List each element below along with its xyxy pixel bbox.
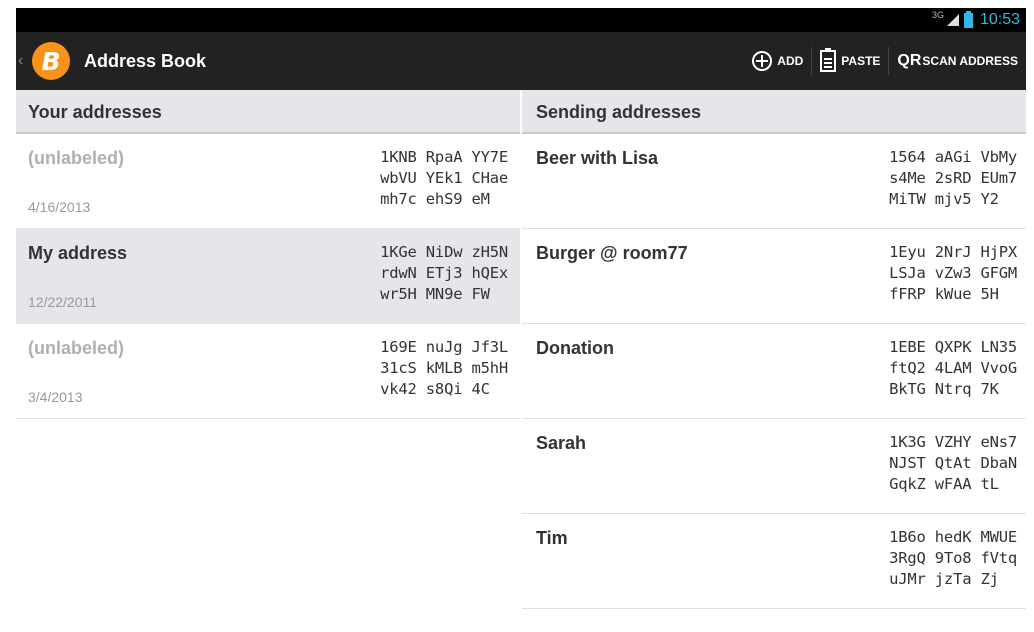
app-title: Address Book — [84, 50, 207, 71]
bitcoin-address: 1EBE QXPK LN35 ftQ2 4LAM VvoG BkTG Ntrq … — [889, 338, 1017, 398]
status-bar: 3G 10:53 — [16, 8, 1026, 32]
bitcoin-address: 1564 aAGi VbMy s4Me 2sRD EUm7 MiTW mjv5 … — [889, 148, 1017, 208]
qr-icon: QR — [897, 52, 922, 69]
address-label: Tim — [536, 528, 568, 548]
address-label: (unlabeled) — [28, 338, 125, 358]
address-date: 3/4/2013 — [28, 389, 83, 405]
paste-label: PASTE — [841, 54, 881, 68]
address-label: (unlabeled) — [28, 148, 125, 168]
sending-address-row[interactable]: Sarah 1K3G VZHY eNs7 NJST QtAt DbaN GqkZ… — [522, 419, 1026, 514]
address-row[interactable]: My address 12/22/2011 1KGe NiDw zH5N rdw… — [16, 229, 520, 324]
clock: 10:53 — [979, 11, 1020, 28]
bitcoin-address: 169E nuJg Jf3L 31cS kMLB m5hH vk42 s8Qi … — [380, 338, 508, 398]
address-label: My address — [28, 243, 128, 263]
sending-addresses-header: Sending addresses — [522, 90, 1026, 134]
address-date: 4/16/2013 — [28, 199, 91, 215]
bitcoin-address: 1B6o hedK MWUE 3RgQ 9To8 fVtq uJMr jzTa … — [889, 528, 1017, 588]
network-type: 3G — [931, 10, 944, 20]
sending-address-row[interactable]: Tim 1B6o hedK MWUE 3RgQ 9To8 fVtq uJMr j… — [522, 514, 1026, 609]
sending-address-row[interactable]: Donation 1EBE QXPK LN35 ftQ2 4LAM VvoG B… — [522, 324, 1026, 419]
scan-label: SCAN ADDRESS — [922, 54, 1018, 68]
logo-symbol: B — [41, 46, 61, 76]
paste-button[interactable]: PASTE — [812, 32, 888, 90]
status-icons: 3G 10:53 — [931, 10, 1020, 29]
battery-icon — [963, 10, 973, 28]
add-label: ADD — [777, 54, 804, 68]
address-label: Donation — [536, 338, 614, 358]
add-button[interactable]: ADD — [744, 32, 811, 90]
address-label: Beer with Lisa — [536, 148, 659, 168]
address-label: Sarah — [536, 433, 587, 453]
sending-address-row[interactable]: Burger @ room77 1Eyu 2NrJ HjPX LSJa vZw3… — [522, 229, 1026, 324]
up-caret-icon[interactable]: ‹ — [18, 52, 28, 70]
sending-address-row[interactable]: Beer with Lisa 1564 aAGi VbMy s4Me 2sRD … — [522, 134, 1026, 229]
address-label: Burger @ room77 — [536, 243, 688, 263]
address-date: 12/22/2011 — [28, 294, 98, 310]
signal-icon — [946, 14, 959, 26]
bitcoin-address: 1KGe NiDw zH5N rdwN ETj3 hQEx wr5H MN9e … — [380, 243, 508, 303]
your-addresses-header: Your addresses — [16, 90, 520, 134]
address-row[interactable]: (unlabeled) 4/16/2013 1KNB RpaA YY7E wbV… — [16, 134, 520, 229]
bitcoin-logo-icon[interactable]: B — [32, 42, 70, 80]
bitcoin-address: 1K3G VZHY eNs7 NJST QtAt DbaN GqkZ wFAA … — [889, 433, 1017, 493]
action-buttons: ADD PASTE QR SCAN ADDRESS — [744, 32, 1026, 90]
address-row[interactable]: (unlabeled) 3/4/2013 169E nuJg Jf3L 31cS… — [16, 324, 520, 419]
add-circle-icon — [752, 51, 773, 71]
action-bar: ‹ B Address Book ADD PASTE QR SCAN ADDRE… — [16, 32, 1026, 90]
bitcoin-address: 1KNB RpaA YY7E wbVU YEk1 CHae mh7c ehS9 … — [380, 148, 508, 208]
sending-addresses-list: Sending addresses Beer with Lisa 1564 aA… — [522, 90, 1026, 609]
your-addresses-list: Your addresses (unlabeled) 4/16/2013 1KN… — [16, 90, 520, 419]
bitcoin-address: 1Eyu 2NrJ HjPX LSJa vZw3 GFGM fFRP kWue … — [889, 243, 1017, 303]
scan-address-button[interactable]: QR SCAN ADDRESS — [889, 32, 1026, 90]
clipboard-icon — [820, 48, 837, 72]
